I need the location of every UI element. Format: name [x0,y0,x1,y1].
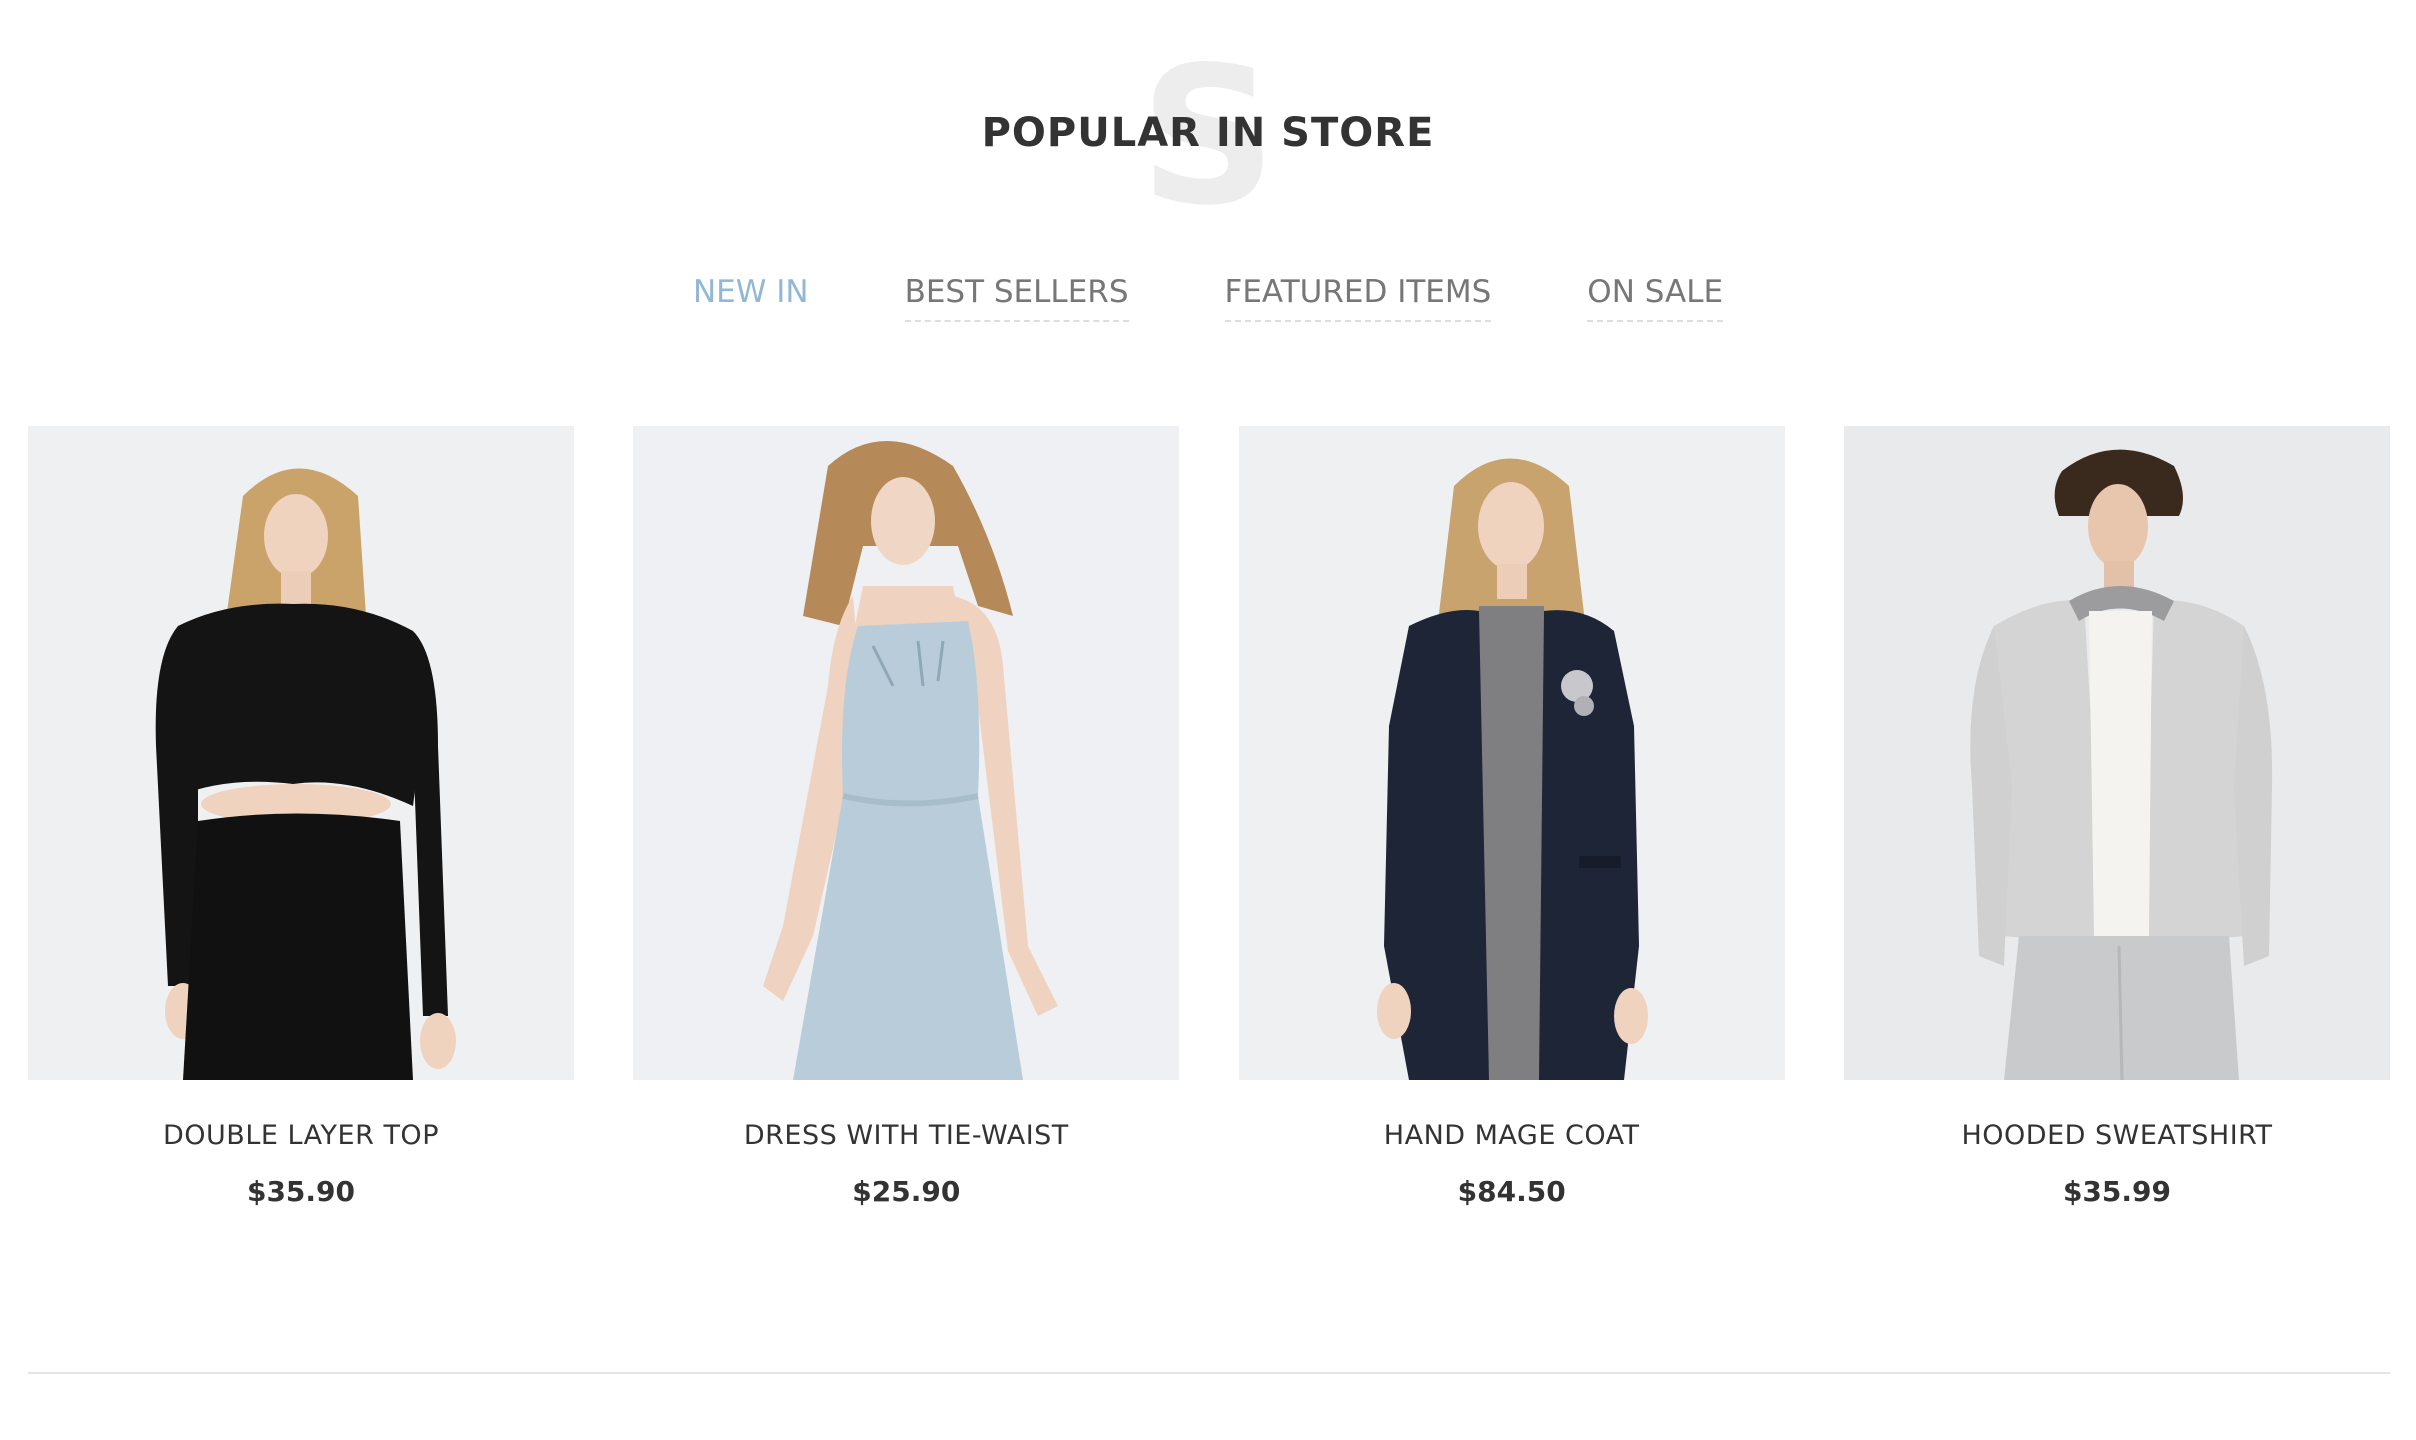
product-price: $84.50 [1457,1175,1566,1208]
product-name[interactable]: DRESS WITH TIE-WAIST [633,1118,1179,1154]
product-price: $25.90 [852,1175,961,1208]
product-price: $35.90 [246,1175,356,1208]
product-image[interactable] [1238,426,1785,1080]
product-card[interactable]: HOODED SWEATSHIRT $35.99 [1843,426,2390,1210]
product-grid: DOUBLE LAYER TOP $35.90 DRESS WITH TIE-W… [28,426,2390,1210]
product-image[interactable] [28,426,574,1080]
tab-on-sale[interactable]: ON SALE [1587,270,1724,322]
tab-new-in[interactable]: NEW IN [693,270,809,322]
popular-in-store-section: S POPULAR IN STORE NEW IN BEST SELLERS F… [0,0,2416,1440]
model-navy-coat-image [1238,426,1785,1080]
section-heading: S POPULAR IN STORE [0,40,2416,240]
tab-featured-items[interactable]: FEATURED ITEMS [1224,270,1492,322]
section-title: POPULAR IN STORE [981,110,1435,156]
model-grey-sweatshirt-image [1843,426,2390,1080]
product-price: $35.99 [2062,1175,2172,1208]
product-image[interactable] [633,426,1180,1080]
model-black-top-image [28,426,574,1080]
product-filter-tabs: NEW IN BEST SELLERS FEATURED ITEMS ON SA… [0,270,2416,322]
model-blue-dress-image [633,426,1180,1080]
product-card[interactable]: DOUBLE LAYER TOP $35.90 [28,426,574,1210]
product-name[interactable]: HAND MAGE COAT [1239,1118,1785,1154]
product-image[interactable] [1843,426,2390,1080]
product-card[interactable]: DRESS WITH TIE-WAIST $25.90 [633,426,1180,1210]
section-divider [28,1372,2390,1374]
product-name[interactable]: HOODED SWEATSHIRT [1844,1118,2390,1154]
tab-best-sellers[interactable]: BEST SELLERS [904,270,1129,322]
product-name[interactable]: DOUBLE LAYER TOP [28,1118,574,1154]
product-card[interactable]: HAND MAGE COAT $84.50 [1238,426,1785,1210]
